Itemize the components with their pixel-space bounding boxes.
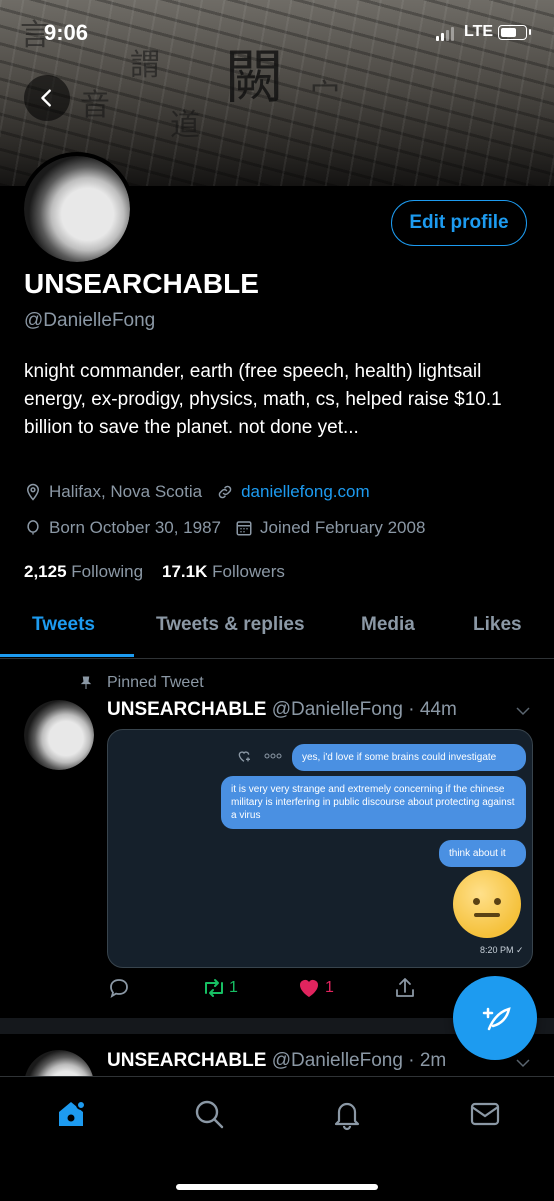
joined-text: Joined February 2008 (260, 518, 426, 537)
avatar-image (24, 156, 130, 262)
status-bar: 9:06 LTE (0, 0, 554, 60)
chat-bubble: yes, i'd love if some brains could inves… (292, 744, 526, 771)
profile-meta-row: Halifax, Nova Scotia daniellefong.com (24, 482, 370, 502)
banner-glyph: 音 (80, 88, 110, 123)
followers-count: 17.1K (162, 562, 208, 581)
nav-messages[interactable] (468, 1097, 502, 1136)
nav-search[interactable] (192, 1097, 226, 1136)
profile-handle: @DanielleFong (24, 310, 156, 331)
retweet-icon (205, 979, 223, 997)
tweet-header: UNSEARCHABLE @DanielleFong · 2m (107, 1050, 446, 1072)
neutral-face-emoji (453, 870, 521, 938)
back-button[interactable] (24, 75, 70, 121)
calendar-icon (235, 519, 253, 537)
nav-home[interactable] (54, 1097, 88, 1136)
tweet-author-name[interactable]: UNSEARCHABLE (107, 1050, 266, 1071)
pinned-indicator: Pinned Tweet (78, 674, 204, 692)
share-button[interactable] (393, 976, 417, 1000)
following-stat[interactable]: 2,125 Following (24, 562, 143, 581)
reply-button[interactable] (107, 976, 131, 1000)
retweet-button[interactable]: 1 (201, 976, 238, 1000)
banner-glyph: 宀 (310, 78, 340, 113)
tweet-author-name[interactable]: UNSEARCHABLE (107, 699, 266, 720)
pinned-label: Pinned Tweet (107, 674, 204, 691)
nav-notifications[interactable] (330, 1097, 364, 1136)
link-icon (216, 483, 234, 501)
retweet-count: 1 (229, 979, 238, 996)
status-time: 9:06 (44, 20, 89, 45)
tab-likes[interactable]: Likes (473, 614, 522, 636)
bell-icon (334, 1102, 360, 1131)
battery-fill (501, 28, 516, 37)
followers-label: Followers (212, 562, 285, 581)
avatar-image (24, 700, 94, 770)
like-button[interactable]: 1 (297, 976, 334, 1000)
display-name: UNSEARCHABLE (24, 268, 259, 299)
follow-stats: 2,125 Following 17.1K Followers (24, 562, 285, 582)
tweet-handle-time: @DanielleFong · 44m (271, 699, 457, 720)
profile-avatar[interactable] (20, 152, 134, 266)
battery-icon (498, 25, 531, 40)
pin-icon (80, 676, 92, 689)
location-icon (24, 483, 42, 501)
search-icon (195, 1100, 224, 1129)
balloon-icon (24, 519, 42, 537)
chat-timestamp: 8:20 PM ✓ (480, 945, 524, 955)
heart-filled-icon (300, 980, 318, 997)
chat-bubble: it is very very strange and extremely co… (221, 776, 526, 829)
edit-profile-button[interactable]: Edit profile (391, 200, 527, 246)
profile-tabs: Tweets Tweets & replies Media Likes (0, 600, 554, 659)
profile-meta-row: Born October 30, 1987 Joined February 20… (24, 518, 425, 538)
carrier-label: LTE (464, 23, 494, 40)
home-icon (59, 1100, 86, 1126)
compose-feather-icon (482, 1007, 511, 1031)
chat-reaction-icons (236, 748, 282, 764)
compose-tweet-button[interactable] (453, 976, 537, 1060)
following-count: 2,125 (24, 562, 67, 581)
more-dots-icon (264, 753, 282, 759)
banner-glyph: 道 (170, 108, 200, 143)
tweet-header: UNSEARCHABLE @DanielleFong · 44m (107, 699, 457, 721)
birthday-text: Born October 30, 1987 (49, 518, 222, 537)
chevron-left-icon (41, 89, 51, 107)
chat-bubble: think about it (439, 840, 526, 867)
tweet-handle-time: @DanielleFong · 2m (271, 1050, 447, 1071)
tweet-avatar[interactable] (24, 700, 94, 770)
home-indicator (176, 1184, 378, 1190)
mail-icon (470, 1102, 500, 1126)
share-icon (396, 978, 414, 997)
followers-stat[interactable]: 17.1K Followers (162, 562, 285, 581)
website-link[interactable]: daniellefong.com (241, 482, 370, 502)
chevron-down-icon[interactable] (514, 702, 532, 720)
tab-tweets-replies[interactable]: Tweets & replies (156, 614, 305, 636)
reply-icon (110, 979, 128, 998)
following-label: Following (71, 562, 144, 581)
location-text: Halifax, Nova Scotia (49, 482, 203, 501)
heart-add-icon (238, 751, 250, 762)
tab-tweets[interactable]: Tweets (32, 614, 95, 636)
active-tab-indicator (0, 654, 134, 657)
chevron-down-icon[interactable] (514, 1054, 532, 1072)
signal-icon (436, 27, 454, 41)
tab-media[interactable]: Media (361, 614, 415, 636)
tweet-media-image[interactable]: yes, i'd love if some brains could inves… (107, 729, 533, 968)
like-count: 1 (325, 979, 334, 996)
profile-bio: knight commander, earth (free speech, he… (24, 361, 502, 438)
bottom-navigation (0, 1076, 554, 1201)
